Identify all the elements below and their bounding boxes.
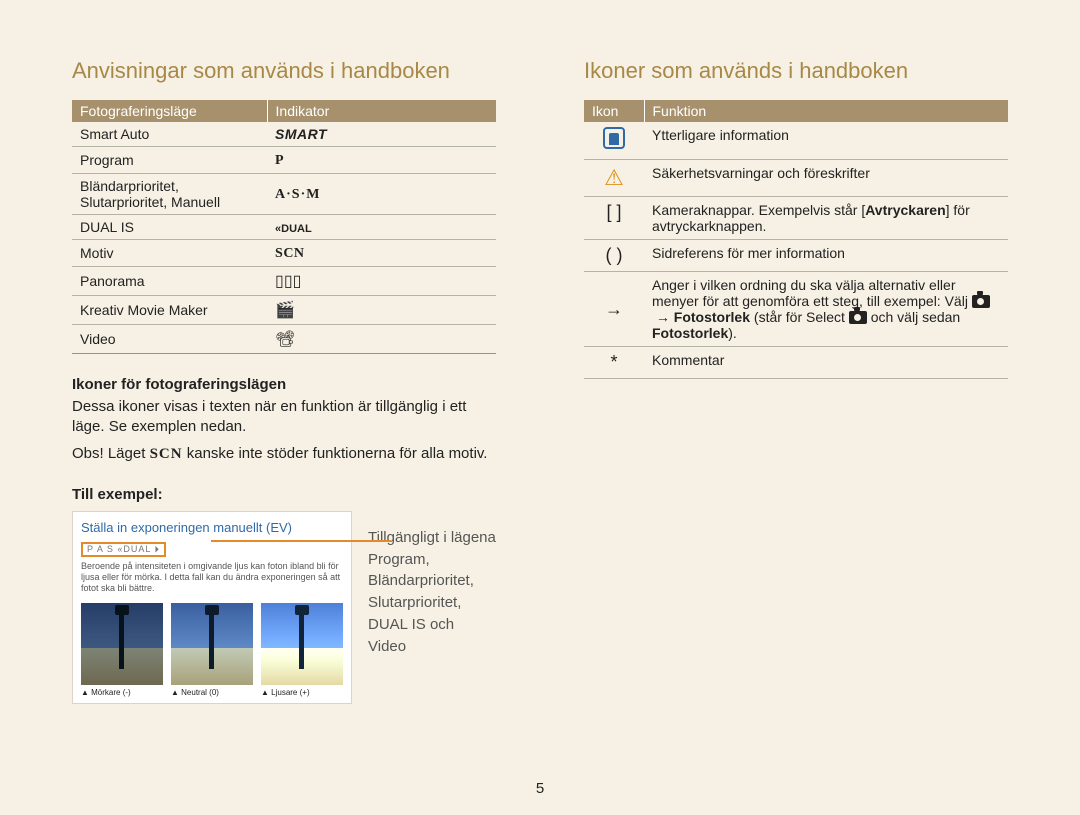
example-side-text: Tillgängligt i lägena Program, Bländarpr… (368, 511, 496, 658)
table-row: Motiv SCN (72, 240, 496, 267)
warning-icon: ⚠ (604, 165, 624, 190)
row-text: Kommentar (644, 347, 1008, 379)
modes-header-indicator: Indikator (267, 100, 496, 122)
camera-icon (972, 295, 990, 308)
mode-indicator: A·S·M (267, 174, 496, 215)
mode-name: Bländarprioritet, Slutarprioritet, Manue… (72, 174, 267, 215)
thumb-caption: ▲ Ljusare (+) (261, 688, 343, 697)
icons-table: Ikon Funktion Ytterligare information ⚠ … (584, 100, 1008, 379)
table-row: * Kommentar (584, 347, 1008, 379)
row-text: Anger i vilken ordning du ska välja alte… (644, 272, 1008, 347)
bracket-icon: [ ] (584, 197, 644, 240)
left-para-2: Obs! Läget SCN kanske inte stöder funkti… (72, 444, 496, 464)
table-row: Kreativ Movie Maker 🎬 (72, 296, 496, 325)
t: Kameraknappar. Exempelvis står [ (652, 202, 865, 218)
row-text: Säkerhetsvarningar och föreskrifter (644, 160, 1008, 197)
thumb-neutral: ▲ Neutral (0) (171, 603, 253, 697)
row-text: Kameraknappar. Exempelvis står [Avtrycka… (644, 197, 1008, 240)
right-heading: Ikoner som används i handboken (584, 58, 1008, 84)
mode-indicator: 🎬 (267, 296, 496, 325)
example-thumbs: ▲ Mörkare (-) ▲ Neutral (0) ▲ Ljusare (+… (81, 603, 343, 697)
mode-name: Program (72, 147, 267, 174)
indicator-icon: 🎬 (275, 300, 295, 320)
table-row: Bländarprioritet, Slutarprioritet, Manue… (72, 174, 496, 215)
t: (står för Select (754, 309, 849, 325)
mode-name: Panorama (72, 267, 267, 296)
paren-icon: ( ) (584, 240, 644, 272)
note-icon (603, 127, 625, 149)
thumb-image (261, 603, 343, 685)
left-heading: Anvisningar som används i handboken (72, 58, 496, 84)
indicator-icon: A·S·M (275, 187, 320, 202)
indicator-icon: «DUAL (275, 223, 312, 235)
t-bold: Fotostorlek (652, 325, 728, 341)
left-para-1: Dessa ikoner visas i texten när en funkt… (72, 397, 496, 438)
indicator-icon: ▯▯▯ (275, 271, 301, 291)
table-row: ⚠ Säkerhetsvarningar och föreskrifter (584, 160, 1008, 197)
thumb-caption: ▲ Mörkare (-) (81, 688, 163, 697)
example-panel-title: Ställa in exponeringen manuellt (EV) (81, 520, 343, 535)
thumb-image (171, 603, 253, 685)
mode-name: DUAL IS (72, 215, 267, 240)
table-row: Panorama ▯▯▯ (72, 267, 496, 296)
example-panel: Ställa in exponeringen manuellt (EV) P A… (72, 511, 352, 704)
indicator-icon: SMART (275, 126, 327, 142)
camera-icon (849, 311, 867, 324)
mode-indicator: SCN (267, 240, 496, 267)
t-bold: Avtryckaren (865, 202, 945, 218)
p2-a: Obs! Läget (72, 445, 150, 462)
table-row: DUAL IS «DUAL (72, 215, 496, 240)
table-row: Video 📽 (72, 325, 496, 354)
thumb-lighter: ▲ Ljusare (+) (261, 603, 343, 697)
page-columns: Anvisningar som används i handboken Foto… (0, 0, 1080, 704)
indicator-icon: 📽 (275, 329, 295, 349)
example-panel-lead: Beroende på intensiteten i omgivande lju… (81, 561, 343, 595)
scn-inline-icon: SCN (150, 446, 183, 462)
example-mode-badges: P A S «DUAL ⏵ (81, 542, 166, 557)
t: ). (728, 325, 737, 341)
table-row: [ ] Kameraknappar. Exempelvis står [Avtr… (584, 197, 1008, 240)
t: Anger i vilken ordning du ska välja alte… (652, 277, 972, 309)
mode-name: Smart Auto (72, 122, 267, 147)
arrow-icon: → (584, 272, 644, 347)
t-bold: Fotostorlek (674, 309, 750, 325)
asterisk-icon: * (584, 347, 644, 379)
left-subhead-1: Ikoner för fotograferingslägen (72, 376, 496, 393)
callout-line (211, 540, 391, 542)
table-row: Program P (72, 147, 496, 174)
table-row: Ytterligare information (584, 122, 1008, 160)
mode-indicator: SMART (267, 122, 496, 147)
mode-indicator: ▯▯▯ (267, 267, 496, 296)
left-subhead-2: Till exempel: (72, 486, 496, 503)
example-row: Ställa in exponeringen manuellt (EV) P A… (72, 511, 496, 704)
t: och välj sedan (871, 309, 961, 325)
mode-indicator: 📽 (267, 325, 496, 354)
mode-name: Video (72, 325, 267, 354)
right-column: Ikoner som används i handboken Ikon Funk… (584, 58, 1008, 704)
row-text: Sidreferens för mer information (644, 240, 1008, 272)
thumb-image (81, 603, 163, 685)
table-row: ( ) Sidreferens för mer information (584, 240, 1008, 272)
icons-header-icon: Ikon (584, 100, 644, 122)
mode-indicator: P (267, 147, 496, 174)
thumb-caption: ▲ Neutral (0) (171, 688, 253, 697)
modes-header-mode: Fotograferingsläge (72, 100, 267, 122)
indicator-icon: P (275, 153, 284, 168)
modes-table: Fotograferingsläge Indikator Smart AutoS… (72, 100, 496, 354)
row-text: Ytterligare information (644, 122, 1008, 160)
mode-name: Kreativ Movie Maker (72, 296, 267, 325)
p2-b: kanske inte stöder funktionerna för alla… (183, 445, 488, 462)
page-number: 5 (0, 780, 1080, 797)
mode-name: Motiv (72, 240, 267, 267)
mode-indicator: «DUAL (267, 215, 496, 240)
icons-header-func: Funktion (644, 100, 1008, 122)
indicator-icon: SCN (275, 246, 305, 261)
thumb-darker: ▲ Mörkare (-) (81, 603, 163, 697)
table-row: Smart Auto SMART (72, 122, 496, 147)
left-column: Anvisningar som används i handboken Foto… (72, 58, 496, 704)
table-row: → Anger i vilken ordning du ska välja al… (584, 272, 1008, 347)
